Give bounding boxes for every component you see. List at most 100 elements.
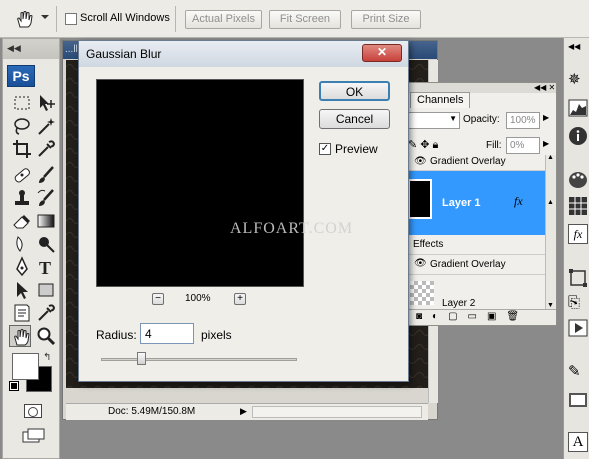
clone-source-icon[interactable]: ⎘: [568, 294, 588, 314]
blur-tool-icon[interactable]: [11, 233, 33, 255]
reset-colors-icon[interactable]: [9, 381, 19, 391]
chevron-down-icon[interactable]: [40, 12, 50, 22]
blur-preview[interactable]: [96, 79, 304, 287]
swap-colors-icon[interactable]: ↰: [43, 352, 51, 363]
eyedropper-sample-icon[interactable]: [35, 302, 57, 324]
collapse-arrows-icon[interactable]: ◀◀: [7, 43, 21, 54]
radius-unit: pixels: [201, 328, 232, 342]
zoom-out-button[interactable]: −: [152, 293, 164, 305]
lasso-tool-icon[interactable]: [11, 115, 33, 137]
quick-mask-icon[interactable]: [24, 404, 42, 418]
brushes-icon[interactable]: ✎: [568, 362, 588, 382]
radius-input[interactable]: 4: [140, 323, 194, 344]
type-tool-icon[interactable]: T: [35, 256, 57, 278]
actions-play-icon[interactable]: [568, 318, 588, 338]
layer-thumbnail: [408, 179, 432, 219]
swatches-icon[interactable]: [568, 196, 588, 216]
foreground-color-swatch[interactable]: [12, 353, 39, 380]
print-size-button[interactable]: Print Size: [351, 10, 421, 29]
toolbox-grip[interactable]: ◀◀: [3, 39, 59, 59]
effects-row[interactable]: Effects: [406, 235, 545, 255]
fit-screen-button[interactable]: Fit Screen: [269, 10, 341, 29]
status-menu-arrow-icon[interactable]: ▶: [240, 406, 247, 417]
layers-footer: ◙◐▢▭▣🗑︎: [406, 309, 556, 325]
stamp-tool-icon[interactable]: [11, 187, 33, 209]
ps-logo: Ps: [7, 65, 35, 87]
shape-tool-icon[interactable]: [35, 279, 57, 301]
transform-icon[interactable]: [568, 268, 588, 288]
scroll-all-label: Scroll All Windows: [80, 12, 170, 24]
zoom-tool-icon[interactable]: [35, 325, 57, 347]
layer-footer-icons[interactable]: ◙◐▢▭▣🗑︎: [416, 311, 529, 322]
opacity-chevron-icon[interactable]: ▶: [543, 113, 549, 122]
eyedropper-icon[interactable]: [35, 138, 57, 160]
gradient-overlay-row[interactable]: 👁︎ Gradient Overlay: [406, 255, 545, 275]
eye-icon[interactable]: 👁︎: [414, 156, 427, 167]
magic-wand-icon[interactable]: [35, 115, 57, 137]
move-tool-icon[interactable]: [35, 92, 57, 114]
status-bar: Doc: 5.49M/150.8M ▶: [66, 403, 428, 420]
fill-value: 0%: [510, 140, 525, 151]
eraser-tool-icon[interactable]: [11, 210, 33, 232]
dodge-tool-icon[interactable]: [35, 233, 57, 255]
dialog-close-button[interactable]: ✕: [362, 44, 402, 62]
preview-label: Preview: [335, 142, 378, 156]
lock-icons[interactable]: ✎ ✥ 🔒︎: [408, 138, 438, 152]
effects-label: Effects: [413, 239, 444, 250]
marquee-tool-icon[interactable]: [11, 92, 33, 114]
navigator-icon[interactable]: ✵: [568, 70, 588, 90]
radius-value: 4: [145, 327, 152, 341]
dialog-titlebar[interactable]: Gaussian Blur ✕: [79, 41, 408, 67]
layer-name: Layer 2: [442, 298, 476, 309]
layer-name: Layer 1: [442, 197, 481, 209]
path-select-icon[interactable]: [11, 279, 33, 301]
dialog-title: Gaussian Blur: [86, 47, 162, 61]
close-icon: ✕: [376, 45, 388, 59]
minus-icon: −: [155, 293, 161, 304]
healing-brush-icon[interactable]: [11, 164, 33, 186]
color-palette-icon[interactable]: [568, 170, 588, 190]
opacity-input[interactable]: 100%: [506, 112, 540, 129]
panel-collapse-icon[interactable]: ◀◀ ✕: [534, 83, 555, 92]
screen-mode-icon[interactable]: [22, 428, 46, 444]
watermark: ALFOART.COM: [230, 220, 354, 237]
history-brush-icon[interactable]: [35, 187, 57, 209]
layer2-thumbnail: [410, 281, 434, 305]
preview-checkbox[interactable]: ✓: [319, 143, 331, 155]
fx-icon[interactable]: fx: [514, 194, 523, 209]
notes-tool-icon[interactable]: [11, 302, 33, 324]
effect-name: Gradient Overlay: [430, 156, 506, 167]
layer-row-selected[interactable]: Layer 1 fx: [406, 171, 545, 235]
opacity-value: 100%: [510, 115, 536, 126]
scroll-all-checkbox[interactable]: [65, 13, 77, 25]
histogram-icon[interactable]: [568, 98, 588, 118]
zoom-in-button[interactable]: +: [234, 293, 246, 305]
radius-slider-track[interactable]: [101, 358, 297, 361]
ok-button[interactable]: OK: [319, 81, 390, 101]
gradient-tool-icon[interactable]: [35, 210, 57, 232]
styles-fx-icon[interactable]: fx: [568, 224, 588, 244]
brush-tool-icon[interactable]: [35, 164, 57, 186]
layer-effect-row[interactable]: 👁︎ Gradient Overlay: [406, 155, 545, 171]
h-scrollbar[interactable]: [252, 406, 422, 418]
layers-scrollbar[interactable]: ▲ ▲ ▼: [545, 154, 556, 309]
actual-pixels-button[interactable]: Actual Pixels: [185, 10, 262, 29]
fill-chevron-icon[interactable]: ▶: [543, 139, 549, 148]
tool-presets-icon[interactable]: [568, 390, 588, 410]
eye-icon[interactable]: 👁︎: [414, 258, 427, 269]
dock-collapse-icon[interactable]: ◀◀: [568, 42, 580, 51]
cancel-button[interactable]: Cancel: [319, 109, 390, 129]
effect-name: Gradient Overlay: [430, 259, 506, 270]
blend-mode-select[interactable]: ▼: [408, 112, 460, 129]
tab-channels[interactable]: Channels: [410, 92, 470, 108]
character-icon[interactable]: A: [568, 432, 588, 452]
radius-slider-thumb[interactable]: [137, 352, 146, 365]
hand-tool-icon[interactable]: [14, 9, 36, 29]
pen-tool-icon[interactable]: [11, 256, 33, 278]
fill-input[interactable]: 0%: [506, 137, 540, 154]
layers-panel: ◀◀ ✕ Channels ▼ Opacity: 100% ▶ ✎ ✥ 🔒︎ F…: [405, 82, 557, 326]
layer2-row[interactable]: Layer 2: [406, 275, 545, 309]
info-icon[interactable]: [568, 126, 588, 146]
hand-tool-icon[interactable]: [9, 325, 31, 347]
crop-tool-icon[interactable]: [11, 138, 33, 160]
